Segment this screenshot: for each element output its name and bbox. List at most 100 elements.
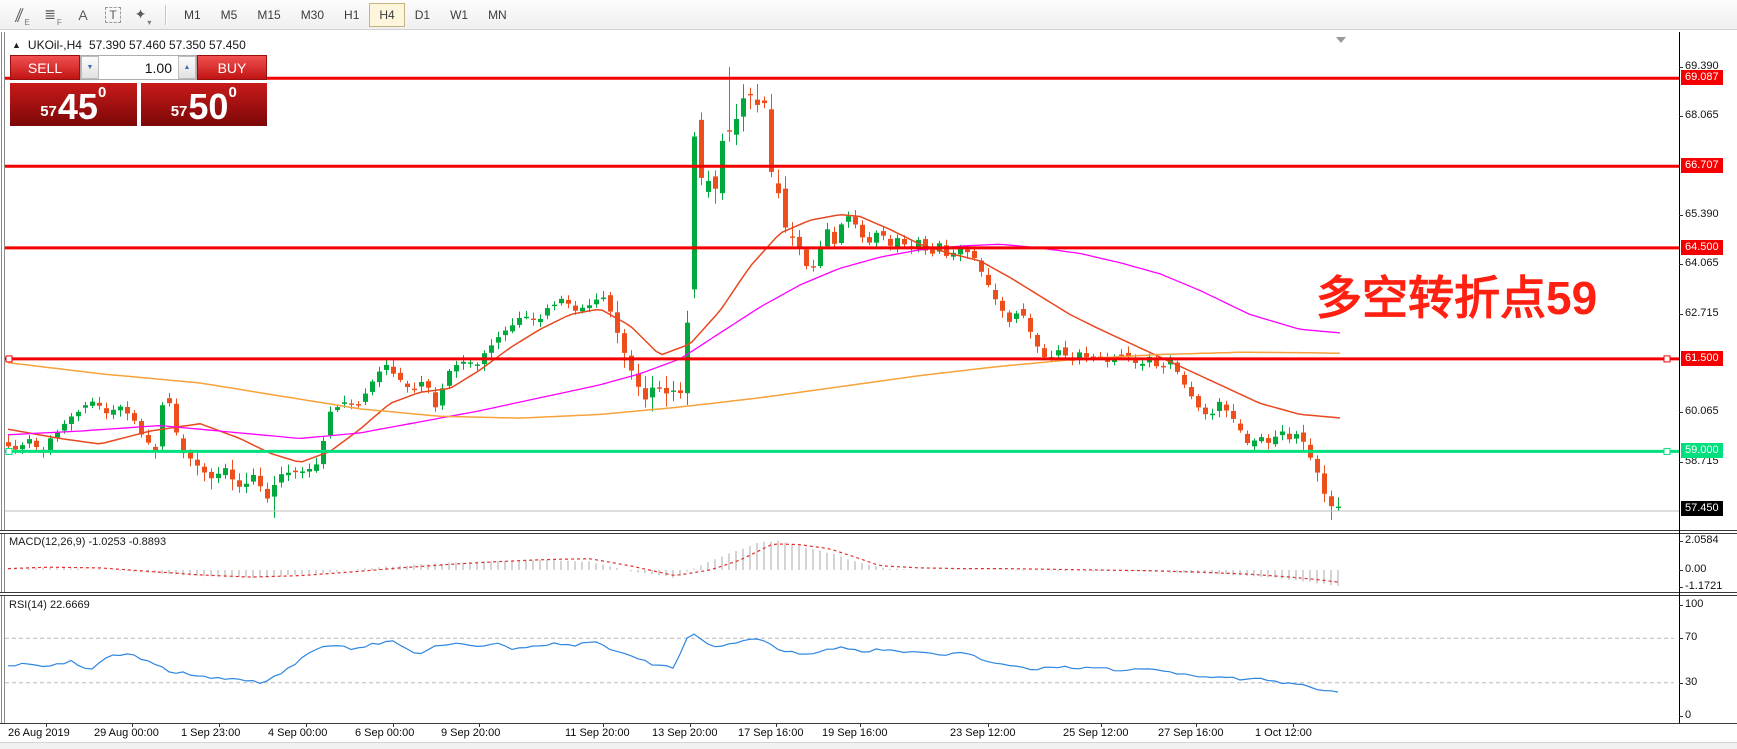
price-tick-mark xyxy=(1679,215,1683,216)
sell-price-sup: 0 xyxy=(97,84,107,101)
macd-canvas[interactable] xyxy=(0,534,1679,592)
toolbar-separator xyxy=(165,4,167,25)
text-icon: A xyxy=(78,6,88,23)
level-price-chip-64.500: 64.500 xyxy=(1681,239,1723,255)
timeframe-group: M1 M5 M15 M30 H1 H4 D1 W1 MN xyxy=(174,2,517,27)
date-label: 6 Sep 00:00 xyxy=(355,727,415,739)
symbol-label: UKOil-,H4 xyxy=(27,38,82,52)
price-tick-mark xyxy=(1679,412,1683,414)
rsi-axis-label: 30 xyxy=(1685,675,1698,688)
macd-label: MACD(12,26,9) -1.0253 -0.8893 xyxy=(9,536,167,548)
trade-panel-top-row: SELL ▼ ▲ BUY xyxy=(10,55,267,80)
level-price-chip-59.000: 59.000 xyxy=(1681,443,1723,459)
ma-line-fast xyxy=(7,214,1341,463)
price-tick-mark xyxy=(1679,67,1683,68)
rsi-tick-mark xyxy=(1679,638,1683,640)
ma-line-mid xyxy=(7,243,1341,439)
macd-axis-label: 0.00 xyxy=(1685,563,1707,575)
sell-price-big: 45 xyxy=(57,86,98,128)
rsi-axis-label: 100 xyxy=(1685,598,1704,610)
symbol-marker-icon: ▲ xyxy=(12,40,21,50)
date-label: 17 Sep 16:00 xyxy=(738,727,804,739)
price-tick-mark xyxy=(1679,116,1683,118)
volume-decrease-button[interactable]: ▼ xyxy=(81,56,99,79)
timeframe-button-m15[interactable]: M15 xyxy=(247,3,290,27)
timeframe-button-d1[interactable]: D1 xyxy=(405,3,440,27)
timeframe-button-h4[interactable]: H4 xyxy=(369,2,405,27)
date-label: 29 Aug 00:00 xyxy=(94,727,159,739)
price-tick-mark xyxy=(1679,313,1683,315)
price-tick-label: 60.065 xyxy=(1685,405,1719,418)
rsi-tick-mark xyxy=(1679,716,1683,717)
line-handle xyxy=(5,447,13,455)
macd-axis-label: -1.1721 xyxy=(1685,579,1723,592)
timeframe-button-h1[interactable]: H1 xyxy=(334,3,369,27)
drawing-tools-group: ∥ E ≣ F A T ✦ ▾ xyxy=(8,3,158,27)
date-label: 13 Sep 20:00 xyxy=(652,727,718,739)
date-label: 4 Sep 00:00 xyxy=(268,727,328,739)
buy-price-big: 50 xyxy=(188,86,229,128)
macd-tick-mark xyxy=(1679,570,1683,571)
text-button[interactable]: A xyxy=(70,3,96,27)
date-label: 19 Sep 16:00 xyxy=(822,727,888,739)
rsi-tick-mark xyxy=(1679,605,1683,606)
date-label: 26 Aug 2019 xyxy=(8,727,70,739)
chart-annotation-text: 多空转折点59 xyxy=(1316,272,1598,324)
current-price-chip: 57.450 xyxy=(1681,500,1723,516)
price-tick-label: 62.715 xyxy=(1685,306,1719,319)
level-price-chip-69.087: 69.087 xyxy=(1681,70,1723,86)
price-tick-label: 64.065 xyxy=(1685,257,1719,270)
date-label: 9 Sep 20:00 xyxy=(441,727,501,739)
buy-price-sup: 0 xyxy=(228,84,237,101)
arrows-button[interactable]: ✦ ▾ xyxy=(130,3,156,27)
price-tick-mark xyxy=(1679,461,1683,463)
toolbar: ∥ E ≣ F A T ✦ ▾ M1 M5 M15 M30 H1 H4 D1 W1 MN xyxy=(0,0,1737,30)
macd-tick-mark xyxy=(1679,540,1683,542)
timeframe-button-m1[interactable]: M1 xyxy=(174,3,211,27)
price-tick-label: 68.065 xyxy=(1685,109,1719,122)
macd-axis-label: 2.0584 xyxy=(1685,533,1719,546)
rsi-axis-label: 70 xyxy=(1685,631,1698,644)
rsi-canvas[interactable] xyxy=(0,596,1679,723)
ohlc-values: 57.390 57.460 57.350 57.450 xyxy=(88,38,246,52)
arrows-icon: ✦ xyxy=(134,6,147,22)
timeframe-button-m5[interactable]: M5 xyxy=(211,3,248,27)
rsi-tick-mark xyxy=(1679,682,1683,684)
fibonacci-icon: ≣ xyxy=(44,6,56,22)
date-label: 11 Sep 20:00 xyxy=(565,727,630,739)
date-label: 25 Sep 12:00 xyxy=(1063,727,1129,739)
timeframe-button-w1[interactable]: W1 xyxy=(440,3,478,27)
volume-control: ▼ ▲ xyxy=(80,55,197,80)
fibonacci-icon-sub: F xyxy=(56,17,62,27)
timeframe-button-m30[interactable]: M30 xyxy=(291,3,334,27)
date-label: 1 Sep 23:00 xyxy=(181,727,241,739)
price-axis-border xyxy=(1679,32,1680,723)
chart-shift-marker xyxy=(1336,37,1346,43)
price-tick-label: 65.390 xyxy=(1685,208,1719,220)
mt4-window: { "toolbar": { "tools": [ {"name": "equi… xyxy=(0,0,1737,749)
volume-increase-button[interactable]: ▲ xyxy=(178,56,196,79)
volume-input[interactable] xyxy=(99,56,178,79)
fibonacci-button[interactable]: ≣ F xyxy=(40,3,66,27)
text-label-button[interactable]: T xyxy=(100,3,126,27)
sell-price-prefix: 57 xyxy=(40,103,57,120)
line-handle xyxy=(1663,355,1671,363)
one-click-trading-panel: SELL ▼ ▲ BUY 57 45 0 57 50 0 xyxy=(10,55,267,126)
text-label-icon: T xyxy=(105,6,121,23)
equidistant-channel-icon-sub: E xyxy=(24,17,30,27)
timeframe-button-mn[interactable]: MN xyxy=(478,3,517,27)
sell-price-display[interactable]: 57 45 0 xyxy=(10,83,137,126)
buy-price-display[interactable]: 57 50 0 xyxy=(140,83,267,128)
macd-tick-mark xyxy=(1679,586,1683,588)
date-label: 23 Sep 12:00 xyxy=(950,727,1016,739)
chart-title: ▲ UKOil-,H4 57.390 57.460 57.350 57.450 xyxy=(12,38,246,52)
equidistant-channel-button[interactable]: ∥ E xyxy=(10,3,36,27)
date-axis-border xyxy=(0,723,1737,724)
trade-panel-price-row: 57 45 0 57 50 0 xyxy=(10,83,267,126)
rsi-line xyxy=(8,633,1339,693)
date-label: 1 Oct 12:00 xyxy=(1255,727,1312,739)
buy-price-prefix: 57 xyxy=(170,103,188,120)
sell-button[interactable]: SELL xyxy=(10,55,80,80)
line-handle xyxy=(5,355,13,363)
buy-button[interactable]: BUY xyxy=(197,55,267,80)
